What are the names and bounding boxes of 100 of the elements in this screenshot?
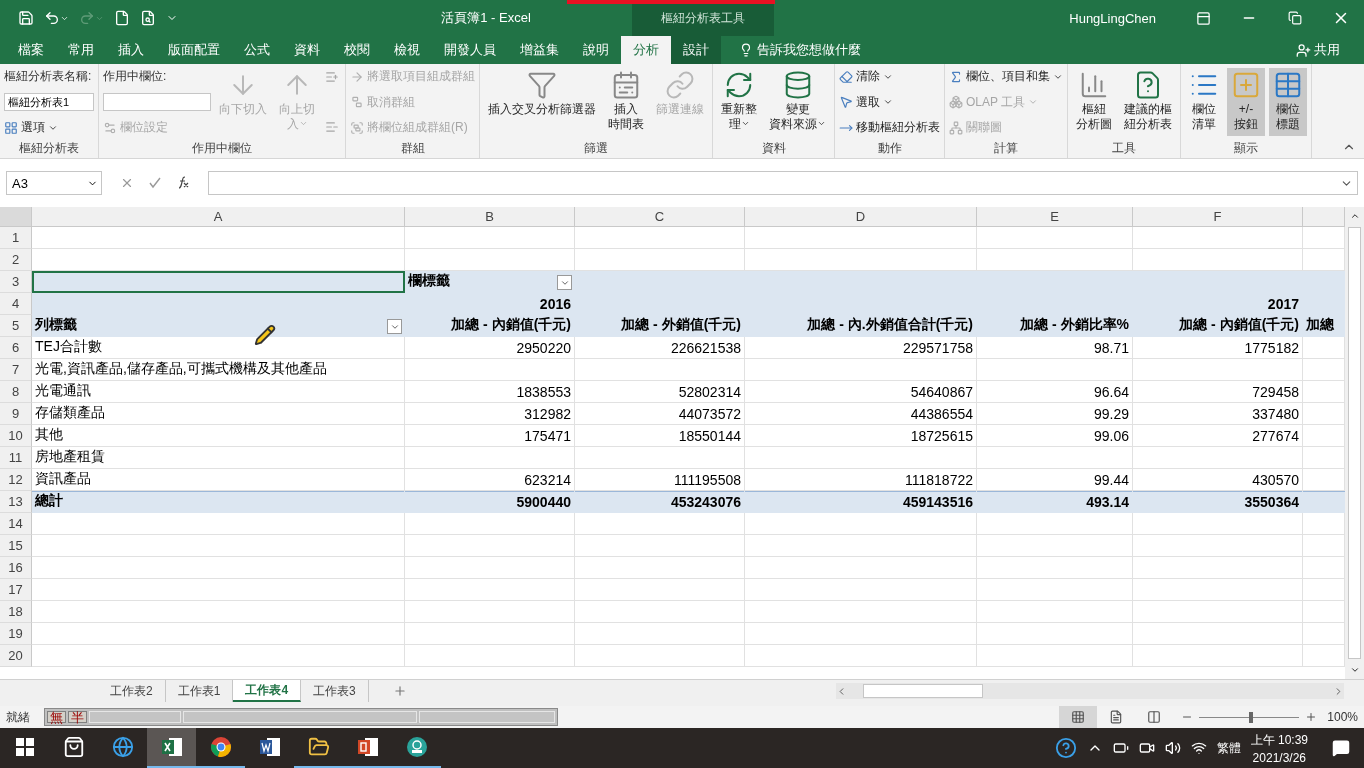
row-header[interactable]: 8: [0, 381, 32, 403]
scroll-thumb[interactable]: [863, 684, 983, 698]
row-header[interactable]: 17: [0, 579, 32, 601]
sheet-tab[interactable]: 工作表4: [233, 680, 302, 702]
selected-cell[interactable]: [32, 271, 405, 293]
print-preview-icon[interactable]: [140, 10, 156, 26]
row-header[interactable]: 10: [0, 425, 32, 447]
formula-field[interactable]: [208, 171, 1358, 195]
ribbon-tab[interactable]: 說明: [571, 36, 621, 64]
scroll-up-icon[interactable]: [1349, 211, 1360, 221]
table-cell: [1303, 623, 1345, 645]
ribbon-tab[interactable]: 常用: [56, 36, 106, 64]
check-icon[interactable]: [148, 176, 162, 190]
input-language[interactable]: 繁體: [1216, 739, 1241, 757]
table-cell: [1303, 513, 1345, 535]
table-cell: 光電通訊: [32, 381, 405, 403]
camera-icon[interactable]: [1138, 740, 1155, 756]
name-field[interactable]: 樞紐分析表1: [4, 93, 94, 111]
battery-icon[interactable]: [1112, 740, 1129, 756]
ime-key[interactable]: 半: [68, 711, 87, 723]
refresh-icon: [724, 70, 754, 100]
ribbon-button[interactable]: 欄位、項目和集: [949, 68, 1063, 85]
column-header[interactable]: E: [977, 207, 1133, 227]
row-header[interactable]: 1: [0, 227, 32, 249]
row-header[interactable]: 15: [0, 535, 32, 557]
row-header[interactable]: 16: [0, 557, 32, 579]
row-header[interactable]: 14: [0, 513, 32, 535]
save-icon[interactable]: [18, 10, 34, 26]
taskbar-app[interactable]: [147, 728, 196, 768]
ribbon-tab[interactable]: 插入: [106, 36, 156, 64]
person-add-icon: [1296, 42, 1311, 58]
ribbon-tab[interactable]: 分析: [621, 36, 671, 64]
row-header[interactable]: 20: [0, 645, 32, 667]
ribbon-button[interactable]: 建議的樞 紐分析表: [1120, 68, 1176, 136]
row-header[interactable]: 9: [0, 403, 32, 425]
scroll-thumb[interactable]: [1348, 227, 1361, 659]
volume-icon[interactable]: [1164, 740, 1181, 756]
share-button[interactable]: 共用: [1290, 36, 1346, 64]
column-header[interactable]: D: [745, 207, 977, 227]
vertical-scrollbar[interactable]: [1345, 207, 1364, 679]
ribbon-tab[interactable]: 增益集: [508, 36, 571, 64]
name-box[interactable]: A3: [6, 171, 102, 195]
sheet-tab[interactable]: 工作表2: [98, 680, 166, 702]
ribbon-button[interactable]: 插入 時間表: [604, 68, 648, 136]
row-header[interactable]: 5: [0, 315, 32, 337]
ribbon-button[interactable]: 插入交叉分析篩選器: [484, 68, 600, 136]
ribbon-tab[interactable]: 設計: [671, 36, 721, 64]
row-header[interactable]: 6: [0, 337, 32, 359]
scroll-down-icon[interactable]: [1349, 665, 1360, 675]
ribbon-button[interactable]: 欄位 標題: [1269, 68, 1307, 136]
undo-icon[interactable]: [44, 10, 69, 26]
row-header[interactable]: 13: [0, 491, 32, 513]
ribbon-button[interactable]: 重新整 理: [717, 68, 761, 136]
ribbon-tab[interactable]: 資料: [282, 36, 332, 64]
row-header[interactable]: 2: [0, 249, 32, 271]
row-header[interactable]: 19: [0, 623, 32, 645]
ribbon-tab[interactable]: 檢視: [382, 36, 432, 64]
ribbon-button[interactable]: 移動樞紐分析表: [839, 119, 940, 136]
help-icon[interactable]: [1054, 737, 1077, 759]
table-cell: [1303, 469, 1345, 491]
new-file-icon[interactable]: [114, 10, 130, 26]
zoom-in-icon[interactable]: [1305, 711, 1318, 723]
sheet-tab[interactable]: 工作表3: [301, 680, 369, 702]
ribbon-tab[interactable]: 公式: [232, 36, 282, 64]
group-label: 樞紐分析表: [18, 140, 80, 157]
row-header[interactable]: 3: [0, 271, 32, 293]
normal-view-icon[interactable]: [1059, 706, 1098, 728]
tell-me-button[interactable]: 告訴我您想做什麼: [733, 36, 867, 64]
row-header[interactable]: 11: [0, 447, 32, 469]
ribbon-button[interactable]: 選取: [839, 93, 940, 111]
cancel-icon[interactable]: [120, 176, 134, 190]
row-header[interactable]: 18: [0, 601, 32, 623]
pointer-icon: [839, 95, 853, 109]
ribbon-button[interactable]: 欄位 清單: [1185, 68, 1223, 136]
column-header[interactable]: F: [1133, 207, 1303, 227]
horizontal-scrollbar[interactable]: [836, 683, 1344, 699]
row-header[interactable]: 12: [0, 469, 32, 491]
name-field[interactable]: [103, 93, 211, 111]
wifi-icon[interactable]: [1190, 740, 1207, 756]
column-header[interactable]: A: [32, 207, 405, 227]
ribbon-tab[interactable]: 檔案: [6, 36, 56, 64]
filter-dropdown[interactable]: [387, 319, 402, 334]
column-header[interactable]: C: [575, 207, 745, 227]
row-header[interactable]: 4: [0, 293, 32, 315]
column-header[interactable]: B: [405, 207, 575, 227]
ime-key[interactable]: 無: [47, 711, 66, 723]
spreadsheet-app-icon: [160, 736, 183, 758]
ribbon-button[interactable]: 樞紐 分析圖: [1072, 68, 1116, 136]
ribbon-button[interactable]: +/- 按鈕: [1227, 68, 1265, 136]
ribbon-button[interactable]: 變更 資料來源: [765, 68, 830, 136]
ribbon-tab[interactable]: 校閱: [332, 36, 382, 64]
ribbon-button[interactable]: 清除: [839, 68, 940, 85]
ribbon-tab[interactable]: 版面配置: [156, 36, 232, 64]
row-header[interactable]: 7: [0, 359, 32, 381]
ribbon-button[interactable]: 選項: [4, 119, 94, 136]
function-icon[interactable]: [176, 174, 190, 192]
ribbon-tab[interactable]: 開發人員: [432, 36, 508, 64]
group-label: 顯示: [1233, 140, 1259, 157]
notifications-icon[interactable]: [1332, 739, 1350, 757]
filter-dropdown[interactable]: [557, 275, 572, 290]
